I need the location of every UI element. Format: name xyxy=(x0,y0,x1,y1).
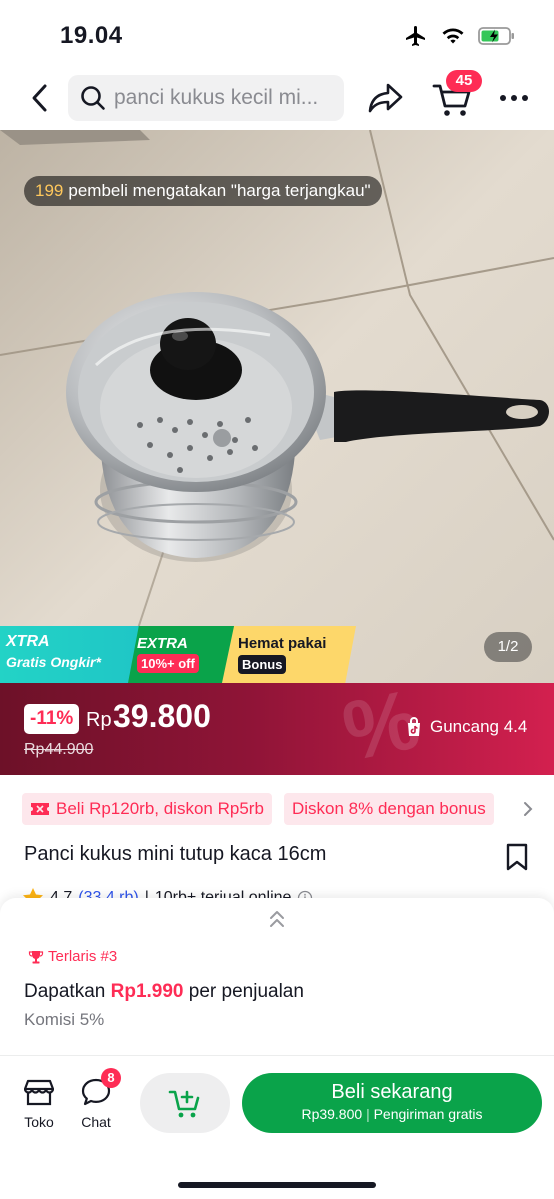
xtra-title: XTRA xyxy=(6,633,50,650)
bestseller-badge: Terlaris #3 xyxy=(28,948,117,965)
store-icon xyxy=(23,1079,55,1106)
status-icons xyxy=(404,24,516,48)
earn-text: Dapatkan Rp1.990 per penjualan xyxy=(24,981,304,1003)
voucher-chip-bundle-label: Beli Rp120rb, diskon Rp5rb xyxy=(56,799,264,818)
chevron-left-icon xyxy=(32,84,47,112)
review-highlight-pill: 199 pembeli mengatakan "harga terjangkau… xyxy=(24,176,382,206)
xtra-subtitle: Gratis Ongkir* xyxy=(6,654,101,670)
search-input[interactable]: panci kukus kecil mi... xyxy=(68,75,344,121)
shake-promo[interactable]: Guncang 4.4 xyxy=(402,715,527,739)
product-image-carousel[interactable]: 199 pembeli mengatakan "harga terjangkau… xyxy=(0,130,554,683)
battery-charging-icon xyxy=(478,27,514,45)
bestseller-label: Terlaris #3 xyxy=(48,948,118,965)
chat-label: Chat xyxy=(81,1114,111,1130)
extra-title: EXTRA xyxy=(137,635,188,652)
chat-unread-badge: 8 xyxy=(101,1068,121,1088)
share-icon xyxy=(368,83,403,113)
chevron-right-icon[interactable] xyxy=(518,799,538,819)
price-bar: % -11% Rp 39.800 Rp44.900 Guncang 4.4 xyxy=(0,683,554,775)
chevrons-up-icon[interactable] xyxy=(265,908,289,930)
airplane-icon xyxy=(406,26,425,46)
buy-now-shipping: Pengiriman gratis xyxy=(373,1106,483,1122)
shake-label: Guncang 4.4 xyxy=(430,717,528,736)
original-price: Rp44.900 xyxy=(24,741,94,758)
voucher-chip-bonus-label: Diskon 8% dengan bonus xyxy=(292,799,486,818)
voucher-chip-bonus[interactable]: Diskon 8% dengan bonus xyxy=(284,793,494,825)
image-counter: 1/2 xyxy=(484,632,532,662)
buy-now-button[interactable]: Beli sekarang Rp39.800 | Pengiriman grat… xyxy=(242,1073,542,1133)
buy-now-label: Beli sekarang xyxy=(331,1081,453,1103)
product-photo xyxy=(0,130,554,683)
buy-now-subtitle: Rp39.800 | Pengiriman gratis xyxy=(242,1106,542,1122)
extra-badge: 10%+ off xyxy=(137,654,199,673)
product-title: Panci kukus mini tutup kaca 16cm xyxy=(24,843,327,865)
commission-rate: Komisi 5% xyxy=(24,1010,105,1029)
ticket-icon xyxy=(31,803,49,815)
search-query: panci kukus kecil mi... xyxy=(114,86,319,109)
trophy-icon xyxy=(28,950,44,963)
cart-count-badge: 45 xyxy=(446,70,482,92)
review-text: pembeli mengatakan "harga terjangkau" xyxy=(68,181,371,200)
earn-prefix: Dapatkan xyxy=(24,981,106,1002)
earn-amount: Rp1.990 xyxy=(110,981,184,1002)
top-nav: panci kukus kecil mi... 45 xyxy=(0,70,554,130)
price-value: 39.800 xyxy=(113,698,211,734)
share-button[interactable] xyxy=(366,80,406,116)
home-indicator xyxy=(178,1182,376,1188)
price-currency: Rp xyxy=(86,709,112,731)
more-dots-icon xyxy=(500,95,528,101)
discount-badge: -11% xyxy=(24,704,80,734)
tiktok-bag-icon xyxy=(408,717,420,736)
voucher-chips: Beli Rp120rb, diskon Rp5rb Diskon 8% den… xyxy=(22,793,542,825)
wifi-icon xyxy=(442,28,464,44)
review-count: 199 xyxy=(35,181,64,200)
buy-now-price: Rp39.800 xyxy=(301,1106,363,1122)
earn-suffix: per penjualan xyxy=(188,981,304,1002)
search-icon xyxy=(81,86,105,110)
affiliate-sheet[interactable]: Terlaris #3 Dapatkan Rp1.990 per penjual… xyxy=(0,898,554,1055)
hemat-badge: Bonus xyxy=(238,655,287,674)
bottom-action-bar: Toko Chat 8 Beli sekarang Rp39.800 | Pen… xyxy=(0,1055,554,1199)
back-button[interactable] xyxy=(22,80,58,116)
promo-strip[interactable]: XTRA Gratis Ongkir* EXTRA 10%+ off Hemat… xyxy=(0,626,360,683)
shop-button[interactable]: Toko xyxy=(18,1078,60,1132)
voucher-chip-bundle[interactable]: Beli Rp120rb, diskon Rp5rb xyxy=(22,793,272,825)
bookmark-icon[interactable] xyxy=(504,843,530,871)
hemat-title: Hemat pakai xyxy=(238,635,327,652)
status-time: 19.04 xyxy=(60,22,123,49)
add-to-cart-button[interactable] xyxy=(140,1073,230,1133)
add-to-cart-icon xyxy=(168,1090,200,1118)
buy-now-divider: | xyxy=(366,1106,370,1122)
more-button[interactable] xyxy=(498,82,530,114)
shop-label: Toko xyxy=(24,1114,54,1130)
status-bar: 19.04 xyxy=(0,0,554,70)
